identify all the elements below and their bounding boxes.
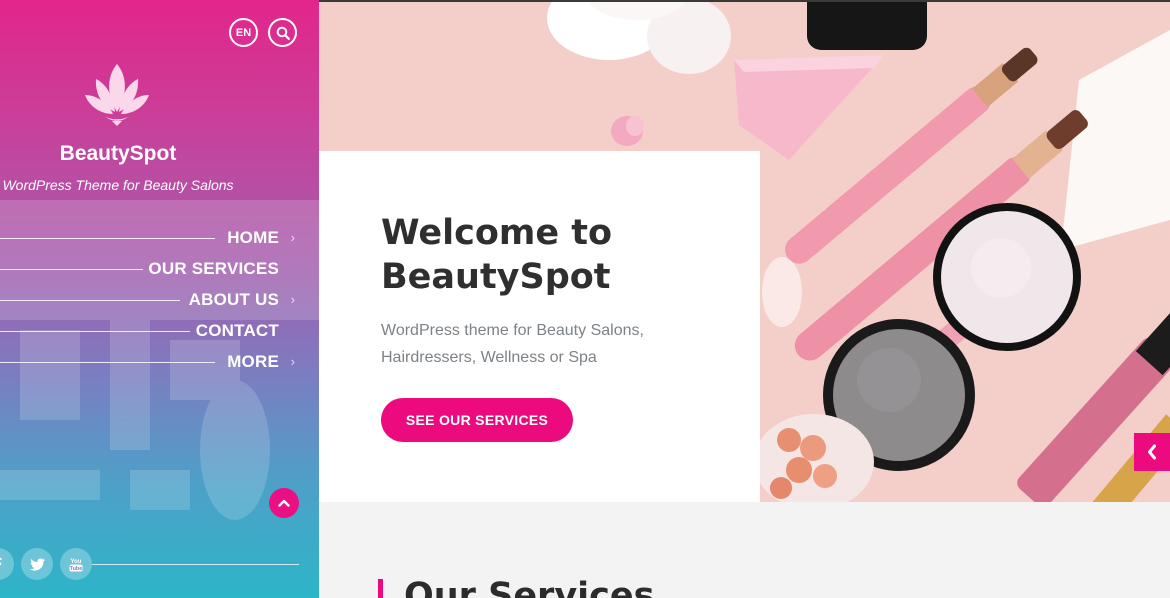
see-our-services-button[interactable]: SEE OUR SERVICES — [381, 398, 573, 442]
services-heading: Our Services — [404, 576, 655, 598]
facebook-icon — [0, 557, 2, 565]
chevron-right-icon: › — [290, 353, 295, 369]
top-border — [319, 0, 1170, 2]
hero-title: Welcome to BeautySpot — [381, 213, 613, 297]
social-divider — [92, 564, 299, 565]
site-tagline: WordPress Theme for Beauty Salons — [2, 177, 234, 193]
social-links: You Tube — [0, 548, 92, 580]
svg-text:You: You — [71, 559, 82, 565]
svg-text:Tube: Tube — [70, 566, 83, 572]
twitter-link[interactable] — [21, 548, 53, 580]
lotus-icon — [85, 64, 149, 126]
nav-item-about-us[interactable]: ABOUT US › — [0, 284, 319, 315]
chevron-right-icon: › — [290, 291, 295, 307]
hero-subtitle: WordPress theme for Beauty Salons, Haird… — [381, 322, 644, 366]
chevron-left-icon — [1148, 444, 1156, 460]
slider-prev-button[interactable] — [1134, 433, 1170, 471]
scroll-to-top-button[interactable] — [269, 488, 299, 518]
site-title[interactable]: BeautySpot — [0, 142, 236, 166]
nav-divider — [0, 237, 215, 239]
language-button[interactable]: EN — [229, 18, 258, 47]
nav-divider — [0, 268, 143, 270]
main-menu: HOME › OUR SERVICES ABOUT US › CONTACT M… — [0, 222, 319, 377]
chevron-up-icon — [278, 499, 290, 507]
youtube-link[interactable]: You Tube — [60, 548, 92, 580]
nav-label: ABOUT US — [188, 289, 279, 309]
nav-item-contact[interactable]: CONTACT — [0, 315, 319, 346]
welcome-card: Welcome to BeautySpot WordPress theme fo… — [319, 151, 760, 502]
search-icon — [276, 26, 290, 40]
nav-label: OUR SERVICES — [148, 258, 279, 278]
nav-label: HOME — [227, 227, 279, 247]
twitter-icon — [29, 557, 45, 571]
youtube-icon: You Tube — [69, 559, 83, 572]
section-accent-bar — [378, 579, 383, 598]
sidebar: EN BeautySpot WordPress Theme for Beauty… — [0, 0, 319, 598]
nav-item-home[interactable]: HOME › — [0, 222, 319, 253]
search-button[interactable] — [268, 18, 297, 47]
nav-label: CONTACT — [195, 320, 279, 340]
services-section: Our Services — [319, 502, 1170, 598]
nav-item-our-services[interactable]: OUR SERVICES — [0, 253, 319, 284]
nav-item-more[interactable]: MORE › — [0, 346, 319, 377]
chevron-right-icon: › — [290, 229, 295, 245]
nav-divider — [0, 299, 180, 301]
nav-label: MORE — [227, 351, 279, 371]
nav-divider — [0, 330, 190, 332]
facebook-link[interactable] — [0, 548, 14, 580]
nav-divider — [0, 361, 215, 363]
